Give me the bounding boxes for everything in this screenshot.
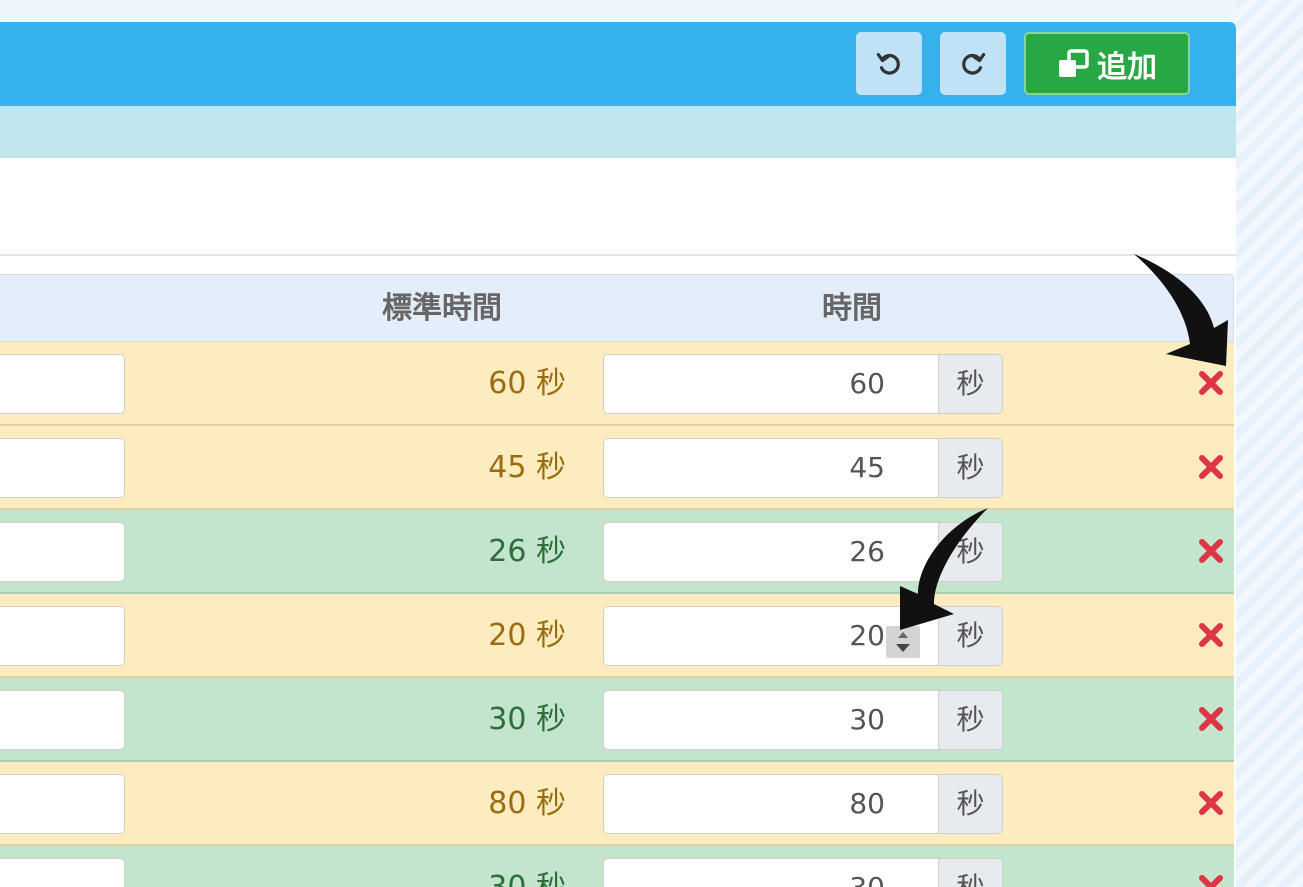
clone-icon (1059, 48, 1089, 77)
table-row: 30 秒 30 秒 (0, 846, 1234, 887)
delete-button[interactable] (1196, 452, 1226, 482)
close-icon (1199, 707, 1223, 731)
delete-button[interactable] (1196, 536, 1226, 566)
table-row: 30 秒 30 秒 (0, 678, 1234, 762)
delete-button[interactable] (1196, 872, 1226, 887)
number-spinner[interactable] (886, 626, 920, 658)
time-input[interactable]: 26 (603, 522, 939, 582)
add-button-label: 追加 (1097, 49, 1157, 85)
time-input[interactable]: 60 (603, 354, 939, 414)
column-header-standard-time: 標準時間 (382, 291, 502, 326)
standard-time-value: 45 秒 (488, 450, 566, 485)
standard-time-value: 20 秒 (488, 618, 566, 653)
table-header: 標準時間 時間 (0, 274, 1234, 342)
time-input[interactable]: 80 (603, 774, 939, 834)
name-input[interactable] (0, 438, 125, 498)
name-input[interactable] (0, 690, 125, 750)
panel-header: 追加 (0, 22, 1236, 106)
redo-button[interactable] (940, 32, 1006, 95)
table-row: 45 秒 45 秒 (0, 426, 1234, 510)
redo-icon (962, 52, 986, 75)
standard-time-value: 30 秒 (420, 846, 566, 887)
time-unit: 秒 (938, 690, 1003, 750)
table-row: 60 秒 60 秒 (0, 342, 1234, 426)
name-input[interactable] (0, 354, 125, 414)
standard-time-value: 60 秒 (488, 366, 566, 401)
close-icon (1199, 539, 1223, 563)
delete-button[interactable] (1196, 704, 1226, 734)
standard-time-value: 30 秒 (488, 702, 566, 737)
standard-time-value: 80 秒 (488, 786, 566, 821)
table-row: 20 秒 20 秒 (0, 594, 1234, 678)
delete-button[interactable] (1196, 620, 1226, 650)
delete-button[interactable] (1196, 368, 1226, 398)
time-unit: 秒 (938, 858, 1003, 887)
undo-button[interactable] (856, 32, 922, 95)
table-row: 26 秒 26 秒 (0, 510, 1234, 594)
name-input[interactable] (0, 774, 125, 834)
page-background (1236, 0, 1303, 887)
close-icon (1199, 455, 1223, 479)
table-row: 80 秒 80 秒 (0, 762, 1234, 846)
close-icon (1199, 371, 1223, 395)
time-unit: 秒 (938, 354, 1003, 414)
delete-button[interactable] (1196, 788, 1226, 818)
close-icon (1199, 875, 1223, 887)
time-unit: 秒 (938, 438, 1003, 498)
column-header-time: 時間 (822, 291, 882, 326)
time-unit: 秒 (938, 606, 1003, 666)
panel-subheader (0, 106, 1236, 158)
blank-section (0, 158, 1236, 256)
list-panel: 追加 標準時間 時間 60 秒 60 秒 45 秒 45 秒 26 秒 26 秒 (0, 22, 1236, 887)
name-input[interactable] (0, 858, 125, 887)
time-input[interactable]: 45 (603, 438, 939, 498)
time-unit: 秒 (938, 522, 1003, 582)
time-input[interactable]: 30 (603, 690, 939, 750)
add-button[interactable]: 追加 (1024, 32, 1190, 95)
close-icon (1199, 623, 1223, 647)
standard-time-value: 26 秒 (488, 534, 566, 569)
undo-icon (876, 52, 900, 75)
time-input[interactable]: 30 (603, 858, 939, 887)
close-icon (1199, 791, 1223, 815)
name-input[interactable] (0, 606, 125, 666)
spinner-arrows-icon (896, 632, 910, 652)
time-unit: 秒 (938, 774, 1003, 834)
name-input[interactable] (0, 522, 125, 582)
